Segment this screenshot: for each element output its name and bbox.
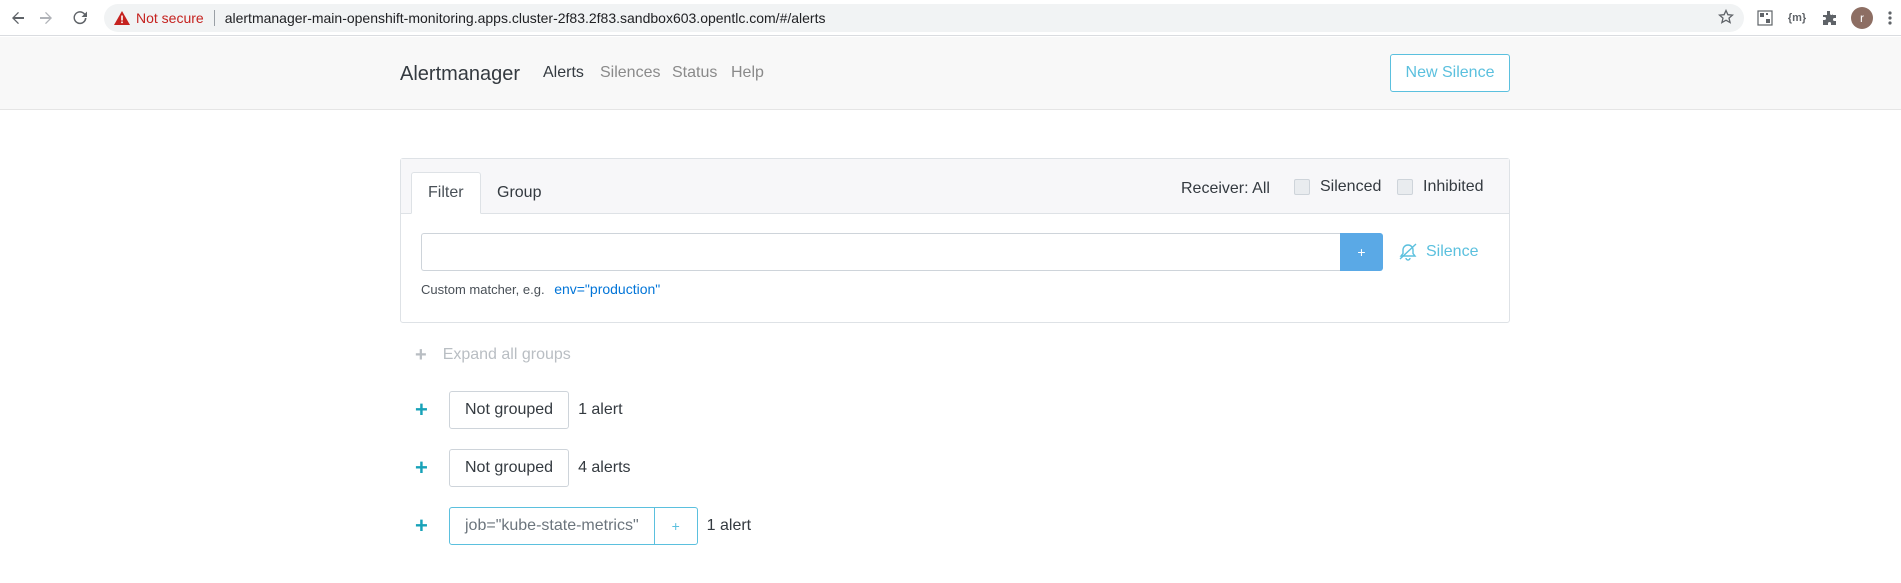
nav-alerts[interactable]: Alerts [543,64,584,82]
url-text[interactable]: alertmanager-main-openshift-monitoring.a… [225,10,826,26]
browser-menu-icon[interactable] [1879,7,1901,29]
silence-link[interactable]: Silence [1398,243,1478,261]
tab-filter[interactable]: Filter [411,172,481,214]
group-label: Not grouped [449,449,570,487]
address-bar[interactable]: Not secure alertmanager-main-openshift-m… [104,4,1744,32]
qr-extension-icon[interactable] [1754,7,1776,29]
silenced-label: Silenced [1320,178,1382,195]
brand-logo[interactable]: Alertmanager [400,63,520,86]
browser-toolbar: Not secure alertmanager-main-openshift-m… [0,0,1901,36]
forward-icon[interactable] [34,6,58,30]
expand-all-label: Expand all groups [442,346,571,363]
alert-group: + Not grouped 1 alert [415,391,623,429]
inhibited-checkbox[interactable] [1397,179,1413,195]
filter-card: Filter Group Receiver: All Silenced Inhi… [400,158,1510,323]
inhibited-toggle[interactable]: Inhibited [1397,178,1484,196]
hint-example-link[interactable]: env="production" [554,281,660,297]
not-secure-label[interactable]: Not secure [136,10,204,26]
silenced-toggle[interactable]: Silenced [1294,178,1381,196]
add-matcher-to-filter-button[interactable]: + [655,508,697,544]
bookmark-star-icon[interactable] [1717,8,1735,28]
reload-icon[interactable] [68,6,92,30]
alert-count: 4 alerts [578,459,631,476]
filter-card-header: Filter Group Receiver: All Silenced Inhi… [401,159,1509,214]
silenced-checkbox[interactable] [1294,179,1310,195]
alert-group: + job="kube-state-metrics" + 1 alert [415,507,751,545]
json-extension-icon[interactable]: {m} [1786,7,1808,29]
puzzle-extensions-icon[interactable] [1818,7,1840,29]
plus-icon: + [415,344,427,366]
alert-group: + Not grouped 4 alerts [415,449,631,487]
tab-group[interactable]: Group [481,172,557,214]
silence-link-label: Silence [1426,243,1479,260]
omnibox-divider [213,10,215,26]
nav-silences[interactable]: Silences [600,64,660,82]
profile-avatar[interactable]: r [1851,7,1873,29]
back-icon[interactable] [6,6,30,30]
expand-group-icon[interactable]: + [415,515,429,537]
receiver-dropdown[interactable]: Receiver: All [1181,180,1270,198]
group-matcher-label[interactable]: job="kube-state-metrics" [450,508,655,544]
matcher-input[interactable] [421,233,1341,271]
nav-help[interactable]: Help [731,64,764,82]
nav-status[interactable]: Status [672,64,717,82]
group-matcher: job="kube-state-metrics" + [449,507,698,545]
alert-count: 1 alert [706,517,752,534]
group-label: Not grouped [449,391,570,429]
inhibited-label: Inhibited [1423,178,1484,195]
expand-all-groups-button[interactable]: + Expand all groups [415,344,571,366]
matcher-hint: Custom matcher, e.g. env="production" [421,281,660,297]
hint-text: Custom matcher, e.g. [421,282,545,297]
expand-group-icon[interactable]: + [415,457,429,479]
alert-count: 1 alert [578,401,623,418]
bell-slash-icon [1399,243,1417,261]
warning-icon [114,11,130,25]
add-matcher-button[interactable]: + [1340,233,1383,271]
new-silence-button[interactable]: New Silence [1390,54,1510,92]
app-navbar: Alertmanager Alerts Silences Status Help… [0,37,1901,110]
expand-group-icon[interactable]: + [415,399,429,421]
